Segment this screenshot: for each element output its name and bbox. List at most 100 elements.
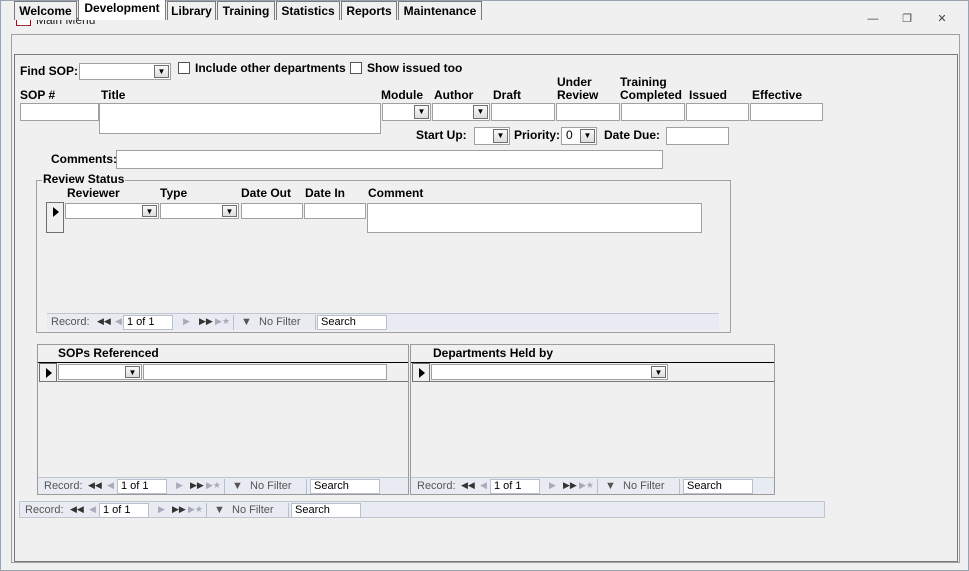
last-record-icon[interactable]: ▶▶ [172, 504, 186, 515]
next-record-icon[interactable]: ▶ [183, 316, 190, 327]
record-label: Record: [44, 480, 83, 492]
tab-statistics[interactable]: Statistics [276, 1, 340, 20]
priority-combo[interactable]: 0 ▼ [561, 127, 597, 145]
reviewer-combo[interactable]: ▼ [65, 203, 159, 219]
new-record-icon[interactable]: ▶★ [188, 504, 203, 515]
tab-welcome[interactable]: Welcome [14, 1, 77, 20]
no-filter-label[interactable]: No Filter [259, 316, 301, 328]
next-record-icon[interactable]: ▶ [158, 504, 165, 515]
minimize-icon[interactable]: — [863, 11, 883, 27]
first-record-icon[interactable]: ◀◀ [88, 480, 102, 491]
find-sop-combo[interactable]: ▼ [79, 63, 171, 80]
chevron-down-icon[interactable]: ▼ [222, 205, 237, 217]
chevron-down-icon[interactable]: ▼ [154, 65, 169, 78]
search-box[interactable]: Search [310, 479, 380, 494]
previous-record-icon[interactable]: ◀ [89, 504, 96, 515]
new-record-icon[interactable]: ▶★ [215, 316, 230, 327]
tab-maintenance[interactable]: Maintenance [398, 1, 482, 20]
no-filter-label[interactable]: No Filter [250, 480, 292, 492]
effective-date-field[interactable] [750, 103, 823, 121]
no-filter-icon[interactable]: ▼ [214, 504, 225, 516]
start-up-combo[interactable]: ▼ [474, 127, 510, 145]
review-date-in-field[interactable] [304, 203, 366, 219]
module-combo[interactable]: ▼ [382, 103, 431, 121]
chevron-down-icon[interactable]: ▼ [473, 105, 488, 119]
departments-record-navigation: Record: ◀◀ ◀ 1 of 1 ▶ ▶▶ ▶★ ▼ No Filter … [411, 477, 774, 494]
search-box[interactable]: Search [291, 503, 361, 518]
next-record-icon[interactable]: ▶ [176, 480, 183, 491]
issued-label: Issued [689, 88, 728, 102]
show-issued-checkbox[interactable] [350, 62, 362, 74]
no-filter-label[interactable]: No Filter [232, 504, 274, 516]
chevron-down-icon[interactable]: ▼ [414, 105, 429, 119]
next-record-icon[interactable]: ▶ [549, 480, 556, 491]
record-position-field[interactable]: 1 of 1 [490, 479, 540, 494]
chevron-down-icon[interactable]: ▼ [493, 129, 508, 143]
sop-number-field[interactable] [20, 103, 99, 121]
author-label: Author [434, 88, 474, 102]
tab-reports[interactable]: Reports [341, 1, 397, 20]
under-review-date-field[interactable] [556, 103, 620, 121]
no-filter-icon[interactable]: ▼ [605, 480, 616, 492]
referenced-sop-title-field[interactable] [143, 364, 387, 380]
training-completed-label-line2: Completed [620, 88, 683, 102]
record-selector[interactable] [46, 202, 64, 233]
no-filter-label[interactable]: No Filter [623, 480, 665, 492]
draft-date-field[interactable] [491, 103, 555, 121]
close-icon[interactable]: ✕ [932, 11, 952, 27]
previous-record-icon[interactable]: ◀ [107, 480, 114, 491]
find-sop-label: Find SOP: [20, 64, 78, 78]
review-comment-field[interactable] [367, 203, 702, 233]
date-out-column-header: Date Out [241, 186, 292, 200]
tab-training[interactable]: Training [217, 1, 275, 20]
title-field[interactable] [99, 103, 381, 134]
new-record-icon[interactable]: ▶★ [206, 480, 221, 491]
chevron-down-icon[interactable]: ▼ [580, 129, 595, 143]
chevron-down-icon[interactable]: ▼ [142, 205, 157, 217]
last-record-icon[interactable]: ▶▶ [199, 316, 213, 327]
previous-record-icon[interactable]: ◀ [115, 316, 122, 327]
date-due-field[interactable] [666, 127, 729, 145]
module-label: Module [381, 88, 423, 102]
training-completed-label-line1: Training [620, 75, 667, 89]
restore-icon[interactable]: ❐ [897, 11, 917, 27]
show-issued-label: Show issued too [367, 61, 463, 75]
referenced-sop-combo[interactable]: ▼ [58, 364, 142, 380]
no-filter-icon[interactable]: ▼ [232, 480, 243, 492]
chevron-down-icon[interactable]: ▼ [651, 366, 666, 378]
department-combo[interactable]: ▼ [431, 364, 668, 380]
review-record-navigation: Record: ◀◀ ◀ 1 of 1 ▶ ▶▶ ▶★ ▼ No Filter … [47, 313, 719, 330]
new-record-icon[interactable]: ▶★ [579, 480, 594, 491]
record-position-field[interactable]: 1 of 1 [123, 315, 173, 330]
review-date-out-field[interactable] [241, 203, 303, 219]
training-completed-date-field[interactable] [621, 103, 685, 121]
departments-held-by-title: Departments Held by [433, 346, 554, 360]
first-record-icon[interactable]: ◀◀ [97, 316, 111, 327]
previous-record-icon[interactable]: ◀ [480, 480, 487, 491]
record-position-field[interactable]: 1 of 1 [99, 503, 149, 518]
review-type-combo[interactable]: ▼ [160, 203, 239, 219]
first-record-icon[interactable]: ◀◀ [70, 504, 84, 515]
no-filter-icon[interactable]: ▼ [241, 316, 252, 328]
include-other-departments-checkbox[interactable] [178, 62, 190, 74]
search-box[interactable]: Search [683, 479, 753, 494]
last-record-icon[interactable]: ▶▶ [190, 480, 204, 491]
tab-library[interactable]: Library [167, 1, 216, 20]
date-in-column-header: Date In [305, 186, 346, 200]
under-review-label-line2: Review [557, 88, 599, 102]
first-record-icon[interactable]: ◀◀ [461, 480, 475, 491]
issued-date-field[interactable] [686, 103, 749, 121]
author-combo[interactable]: ▼ [432, 103, 490, 121]
draft-label: Draft [493, 88, 522, 102]
record-position-field[interactable]: 1 of 1 [117, 479, 167, 494]
reviewer-column-header: Reviewer [67, 186, 120, 200]
last-record-icon[interactable]: ▶▶ [563, 480, 577, 491]
record-selector[interactable] [39, 363, 57, 382]
search-box[interactable]: Search [317, 315, 387, 330]
tab-development[interactable]: Development [78, 0, 166, 20]
comments-field[interactable] [116, 150, 663, 169]
main-record-navigation: Record: ◀◀ ◀ 1 of 1 ▶ ▶▶ ▶★ ▼ No Filter … [19, 501, 825, 518]
chevron-down-icon[interactable]: ▼ [125, 366, 140, 378]
record-selector[interactable] [412, 363, 430, 382]
include-other-departments-label: Include other departments [195, 61, 346, 75]
